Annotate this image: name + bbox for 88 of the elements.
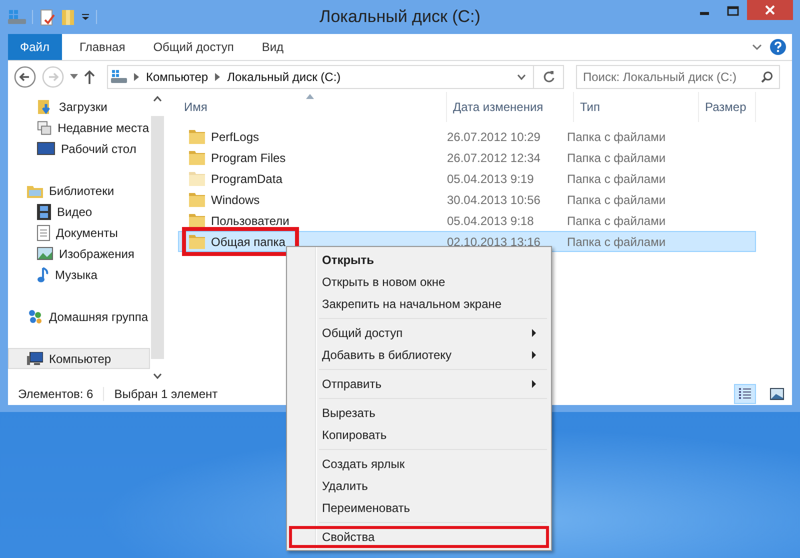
menu-item[interactable]: Свойства bbox=[289, 526, 549, 548]
search-field[interactable]: Поиск: Локальный диск (C:) bbox=[576, 64, 780, 88]
close-button[interactable] bbox=[747, 0, 793, 20]
properties-icon[interactable] bbox=[39, 8, 55, 26]
computer-icon bbox=[27, 352, 43, 366]
expand-ribbon-icon[interactable] bbox=[752, 44, 762, 50]
nav-item[interactable]: Недавние места bbox=[8, 117, 150, 138]
type-cell: Папка с файлами bbox=[567, 214, 666, 228]
search-icon bbox=[761, 70, 773, 82]
address-bar[interactable]: Компьютер Локальный диск (C:) bbox=[107, 64, 564, 88]
menu-item[interactable]: Удалить bbox=[289, 475, 549, 497]
menu-item[interactable]: Общий доступ bbox=[289, 322, 549, 344]
ribbon-tab[interactable]: Общий доступ bbox=[139, 34, 248, 60]
nav-item[interactable]: Загрузки bbox=[8, 96, 150, 117]
date-cell: 05.04.2013 9:18 bbox=[447, 214, 534, 228]
film-icon bbox=[37, 204, 51, 220]
breadcrumb-arrow-icon[interactable] bbox=[134, 72, 139, 80]
breadcrumb[interactable]: Компьютер bbox=[146, 70, 208, 84]
scroll-down-icon[interactable] bbox=[152, 373, 162, 379]
libraries-icon bbox=[27, 184, 43, 198]
recent-locations-icon[interactable] bbox=[70, 74, 78, 79]
date-cell: 26.07.2012 12:34 bbox=[447, 150, 540, 164]
file-menu-tab[interactable]: Файл bbox=[8, 34, 62, 60]
desktop-icon bbox=[37, 142, 55, 155]
window-title: Локальный диск (C:) bbox=[320, 7, 480, 27]
nav-item[interactable]: Видео bbox=[8, 201, 150, 222]
file-name[interactable]: PerfLogs bbox=[211, 130, 260, 144]
drive-icon bbox=[111, 68, 127, 84]
date-cell: 26.07.2012 10:29 bbox=[447, 130, 540, 144]
downloads-folder-icon bbox=[37, 98, 53, 114]
maximize-icon bbox=[727, 6, 739, 16]
type-cell: Папка с файлами bbox=[567, 234, 666, 248]
column-header[interactable]: Имя bbox=[184, 100, 208, 114]
column-header[interactable]: Размер bbox=[705, 100, 746, 114]
nav-item[interactable]: Изображения bbox=[8, 243, 150, 264]
column-header[interactable]: Тип bbox=[580, 100, 600, 114]
tiles-view-icon bbox=[770, 388, 784, 400]
menu-item[interactable]: Закрепить на начальном экране bbox=[289, 293, 549, 315]
breadcrumb-arrow-icon[interactable] bbox=[215, 72, 220, 80]
item-count: Элементов: 6 bbox=[18, 387, 94, 401]
details-view-icon bbox=[738, 388, 752, 400]
type-cell: Папка с файлами bbox=[567, 150, 666, 164]
file-name[interactable]: ProgramData bbox=[211, 172, 282, 186]
menu-item[interactable]: Переименовать bbox=[289, 497, 549, 519]
menu-item[interactable]: Открыть в новом окне bbox=[289, 271, 549, 293]
type-cell: Папка с файлами bbox=[567, 172, 666, 186]
ribbon-tab[interactable]: Вид bbox=[248, 34, 298, 60]
menu-item[interactable]: Вырезать bbox=[289, 402, 549, 424]
file-name[interactable]: Windows bbox=[211, 192, 260, 206]
file-name[interactable]: Program Files bbox=[211, 150, 286, 164]
up-arrow-icon[interactable] bbox=[84, 70, 95, 84]
date-cell: 05.04.2013 9:19 bbox=[447, 172, 534, 186]
date-cell: 02.10.2013 13:16 bbox=[447, 234, 540, 248]
dropdown-icon[interactable] bbox=[81, 13, 90, 21]
type-cell: Папка с файлами bbox=[567, 192, 666, 206]
close-icon bbox=[765, 5, 775, 15]
scrollbar[interactable] bbox=[150, 96, 164, 379]
nav-item[interactable]: Музыка bbox=[8, 264, 150, 285]
menu-item[interactable]: Отправить bbox=[289, 373, 549, 395]
type-cell: Папка с файлами bbox=[567, 130, 666, 144]
back-button[interactable] bbox=[14, 66, 36, 88]
sort-arrow-icon bbox=[306, 94, 314, 99]
music-note-icon bbox=[37, 266, 49, 282]
refresh-icon bbox=[542, 70, 554, 83]
address-dropdown-icon[interactable] bbox=[517, 74, 526, 80]
column-header[interactable]: Дата изменения bbox=[453, 100, 544, 114]
details-view-button[interactable] bbox=[734, 384, 756, 404]
help-icon[interactable] bbox=[770, 39, 786, 55]
file-name[interactable]: Пользователи bbox=[211, 214, 290, 228]
menu-item[interactable]: Добавить в библиотеку bbox=[289, 344, 549, 366]
homegroup-icon bbox=[27, 309, 43, 324]
date-cell: 30.04.2013 10:56 bbox=[447, 192, 540, 206]
menu-item[interactable]: Открыть bbox=[289, 249, 549, 271]
recent-places-icon bbox=[37, 120, 52, 136]
menu-item[interactable]: Создать ярлык bbox=[289, 453, 549, 475]
nav-item[interactable]: Домашняя группа bbox=[8, 306, 150, 327]
document-icon bbox=[37, 224, 50, 240]
file-name[interactable]: Общая папка bbox=[211, 234, 286, 248]
selection-count: Выбран 1 элемент bbox=[114, 387, 218, 401]
nav-item[interactable]: Рабочий стол bbox=[8, 138, 150, 159]
ribbon-tab[interactable]: Главная bbox=[66, 34, 140, 60]
nav-item[interactable]: Документы bbox=[8, 222, 150, 243]
nav-item[interactable]: Компьютер bbox=[8, 348, 150, 369]
picture-icon bbox=[37, 247, 53, 260]
menu-item[interactable]: Копировать bbox=[289, 424, 549, 446]
breadcrumb[interactable]: Локальный диск (C:) bbox=[227, 70, 341, 84]
nav-item[interactable]: Библиотеки bbox=[8, 180, 150, 201]
scroll-up-icon[interactable] bbox=[152, 96, 162, 102]
